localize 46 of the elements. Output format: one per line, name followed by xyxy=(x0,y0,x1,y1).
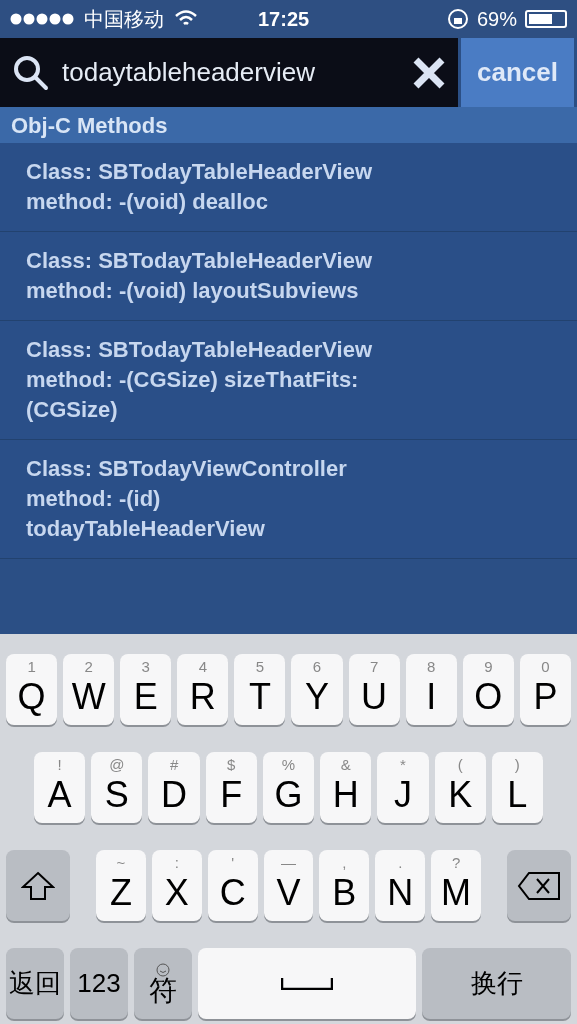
delete-key[interactable] xyxy=(507,850,571,921)
key[interactable]: 8 I xyxy=(405,654,457,725)
key[interactable]: 2 W xyxy=(63,654,115,725)
key[interactable]: % G xyxy=(262,752,315,823)
emoji-icon xyxy=(156,962,170,977)
key[interactable]: — V xyxy=(263,850,314,921)
key[interactable]: 4 R xyxy=(177,654,229,725)
key[interactable]: 3 E xyxy=(120,654,172,725)
key[interactable]: @ S xyxy=(91,752,143,823)
search-icon xyxy=(12,53,50,92)
section-header: Obj-C Methods xyxy=(0,107,577,143)
backspace-icon xyxy=(517,870,561,901)
battery-percent: 69% xyxy=(476,7,517,32)
clear-icon[interactable] xyxy=(412,55,446,90)
shift-icon xyxy=(21,870,55,901)
key[interactable]: ( K xyxy=(434,752,486,823)
key[interactable]: 0 P xyxy=(519,654,571,725)
key[interactable]: $ F xyxy=(205,752,257,823)
symbol-key[interactable]: 符 xyxy=(134,948,192,1019)
key[interactable]: 9 O xyxy=(462,654,514,725)
key[interactable]: 1 Q xyxy=(6,654,58,725)
clock-time: 17:25 xyxy=(258,7,310,32)
key[interactable]: ! A xyxy=(34,752,86,823)
search-field[interactable]: todaytableheaderview xyxy=(0,38,458,107)
key[interactable]: & H xyxy=(320,752,372,823)
key[interactable]: ' C xyxy=(207,850,258,921)
key[interactable]: * J xyxy=(377,752,429,823)
battery-icon xyxy=(525,10,567,28)
key[interactable]: ~ Z xyxy=(96,850,146,921)
key[interactable]: 6 Y xyxy=(291,654,343,725)
function-key[interactable]: 123 xyxy=(70,948,128,1019)
return-key[interactable]: 换行 xyxy=(422,948,571,1019)
key[interactable]: . N xyxy=(375,850,426,921)
key[interactable]: ) L xyxy=(491,752,543,823)
key[interactable]: : X xyxy=(151,850,202,921)
shift-key[interactable] xyxy=(6,850,70,921)
key[interactable]: 5 T xyxy=(234,654,286,725)
signal-icon xyxy=(10,13,76,25)
rotation-lock-icon xyxy=(446,8,469,30)
key[interactable]: ? M xyxy=(431,850,481,921)
function-key[interactable]: 返回 xyxy=(6,948,64,1019)
space-icon xyxy=(281,977,333,990)
carrier-name: 中国移动 xyxy=(84,7,164,32)
key[interactable]: # D xyxy=(148,752,200,823)
key[interactable]: 7 U xyxy=(348,654,400,725)
key[interactable]: , B xyxy=(319,850,370,921)
